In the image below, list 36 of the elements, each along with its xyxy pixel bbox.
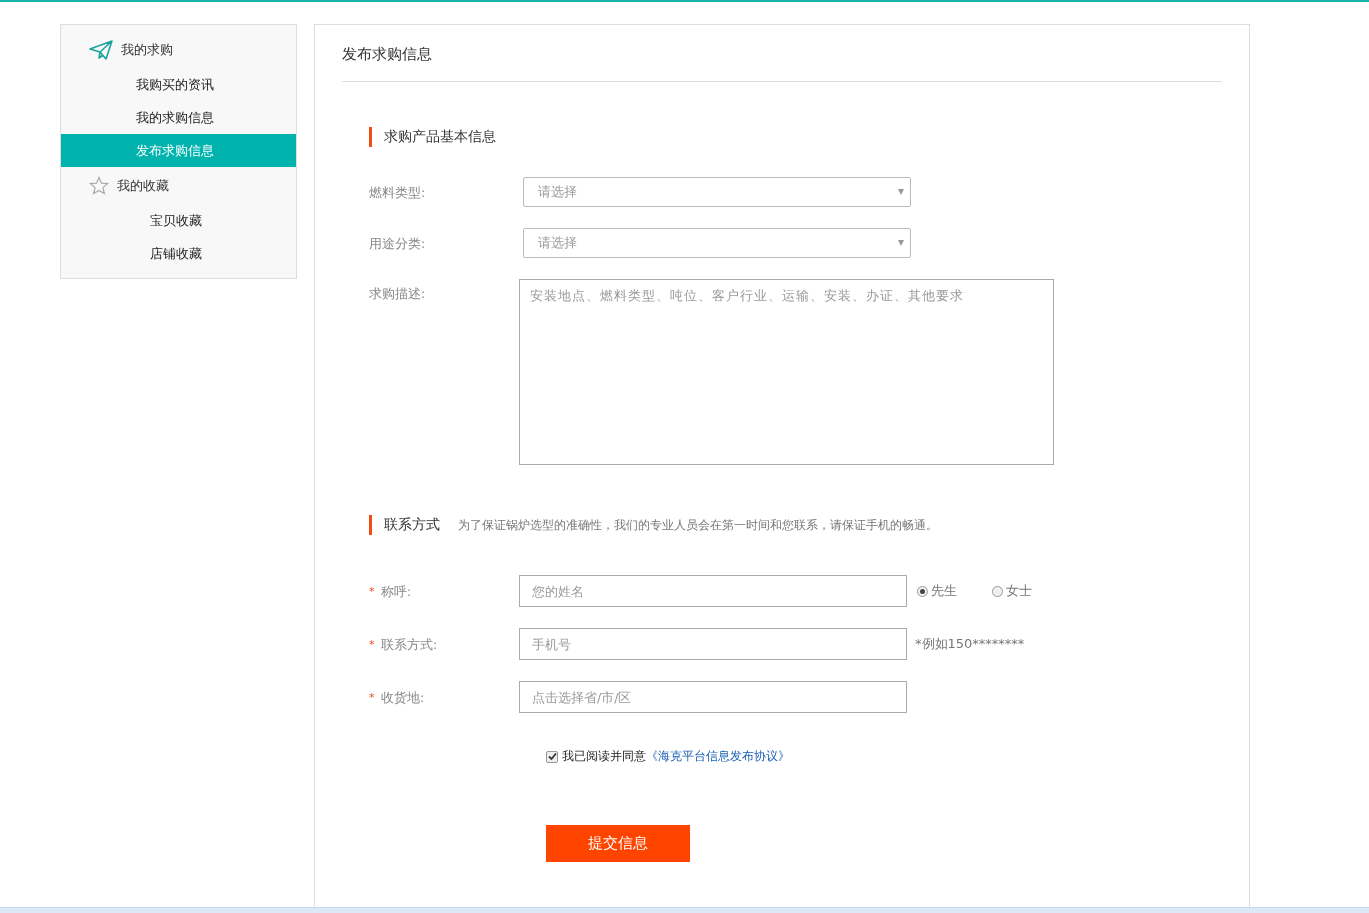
radio-option[interactable]: 先生	[917, 582, 982, 600]
sidebar-item[interactable]: 我的求购信息	[61, 101, 296, 134]
caret-icon	[898, 240, 904, 246]
sidebar-item[interactable]: 店铺收藏	[61, 237, 296, 270]
checkbox[interactable]	[546, 750, 558, 763]
section-note: 为了保证锅炉选型的准确性，我们的专业人员会在第一时间和您联系，请保证手机的畅通。	[458, 517, 938, 533]
page-title: 发布求购信息	[342, 25, 1222, 82]
required-mark: *	[369, 584, 376, 598]
required-mark: *	[369, 637, 376, 651]
field-label: 用途分类:	[369, 235, 427, 253]
section-title: 求购产品基本信息	[384, 128, 496, 146]
caret-icon	[898, 189, 904, 195]
sidebar-group-title[interactable]: 我的求购	[121, 41, 173, 59]
agreement-link[interactable]: 《海克平台信息发布协议》	[646, 748, 790, 765]
field-label: 燃料类型:	[369, 184, 427, 202]
submit-button[interactable]: 提交信息	[546, 825, 690, 862]
section-marker	[369, 127, 372, 147]
field-hint: *例如150********	[915, 635, 1025, 653]
field-label: 求购描述:	[369, 285, 427, 303]
description-field[interactable]: 安装地点、燃料类型、吨位、客户行业、运输、安装、办证、其他要求	[519, 279, 1054, 465]
field-label: 联系方式:	[381, 635, 439, 654]
section-title: 联系方式	[384, 516, 440, 534]
star-icon	[89, 176, 109, 196]
sidebar-item[interactable]: 我购买的资讯	[61, 68, 296, 101]
required-mark: *	[369, 690, 376, 704]
agreement-text: 我已阅读并同意	[562, 748, 646, 765]
input-field[interactable]: 您的姓名	[519, 575, 907, 607]
field-label: 称呼:	[381, 582, 413, 601]
paper-plane-icon	[89, 40, 113, 60]
field-label: 收货地:	[381, 688, 426, 707]
radio-option[interactable]: 女士	[992, 582, 1057, 600]
section-marker	[369, 515, 372, 535]
input-field[interactable]: 手机号	[519, 628, 907, 660]
sidebar-group-title[interactable]: 我的收藏	[117, 177, 169, 195]
input-field[interactable]: 点击选择省/市/区	[519, 681, 907, 713]
sidebar-item[interactable]: 宝贝收藏	[61, 204, 296, 237]
